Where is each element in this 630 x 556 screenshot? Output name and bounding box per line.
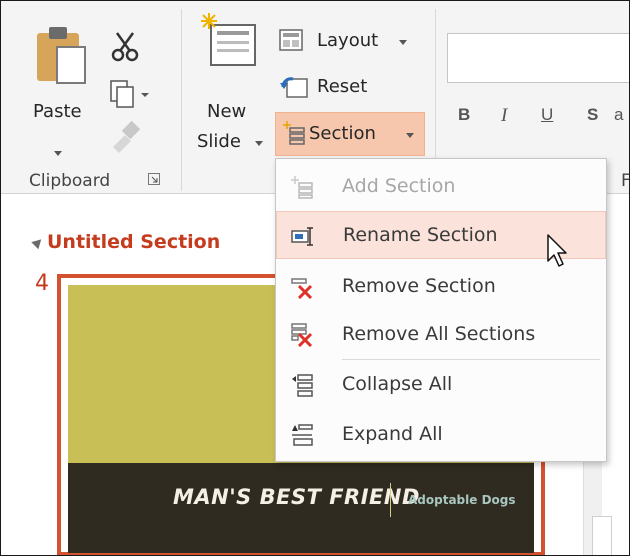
slide-subtitle: Adoptable Dogs <box>408 493 516 507</box>
new-slide-dropdown-arrow-icon <box>255 141 263 146</box>
scrollbar-thumb[interactable] <box>592 516 612 555</box>
menu-item-expand-all[interactable]: Expand All <box>276 411 606 459</box>
slide-bottom-band: MAN'S BEST FRIEND Adoptable Dogs <box>68 463 534 553</box>
paste-dropdown-arrow-icon <box>54 151 62 156</box>
font-name-box[interactable] <box>447 33 629 83</box>
reset-icon <box>280 77 308 98</box>
font-group-label-partial: F <box>621 171 630 191</box>
section-dropdown-menu: Add Section Rename Section Remove Sectio… <box>275 158 607 462</box>
menu-item-label: Expand All <box>342 423 443 445</box>
layout-dropdown-arrow-icon <box>399 40 407 45</box>
collapse-all-icon <box>292 374 313 397</box>
menu-item-add-section[interactable]: Add Section <box>276 163 606 211</box>
section-title[interactable]: Untitled Section <box>47 231 220 253</box>
layout-label: Layout <box>317 30 379 51</box>
italic-button[interactable]: I <box>501 105 507 127</box>
format-painter-icon[interactable] <box>107 117 143 153</box>
menu-item-label: Rename Section <box>343 224 498 246</box>
powerpoint-window: Paste Clipboard New Slide Layout Reset S… <box>0 0 630 556</box>
menu-item-collapse-all[interactable]: Collapse All <box>276 361 606 409</box>
reset-button[interactable]: Reset <box>277 71 397 107</box>
rename-section-icon <box>291 227 313 246</box>
paste-button[interactable]: Paste <box>23 13 103 163</box>
new-slide-label-line1: New <box>207 101 247 122</box>
section-dropdown-arrow-icon <box>406 133 414 138</box>
section-label: Section <box>309 123 376 144</box>
mouse-pointer-icon <box>547 234 567 267</box>
section-button[interactable]: Section <box>275 112 425 156</box>
menu-item-remove-section[interactable]: Remove Section <box>276 263 606 311</box>
strikethrough-button[interactable]: S <box>587 105 598 125</box>
layout-icon <box>279 29 303 51</box>
new-slide-button[interactable]: New Slide <box>189 9 271 159</box>
menu-item-label: Remove All Sections <box>342 323 536 345</box>
menu-separator <box>342 359 600 360</box>
dialog-launcher-icon[interactable] <box>148 173 160 185</box>
menu-item-label: Remove Section <box>342 275 496 297</box>
menu-item-label: Add Section <box>342 175 456 197</box>
remove-section-icon <box>291 278 313 299</box>
copy-icon[interactable] <box>109 79 149 109</box>
underline-button[interactable]: U <box>541 105 553 125</box>
slide-divider <box>390 483 391 517</box>
paste-label: Paste <box>33 101 82 122</box>
menu-item-remove-all-sections[interactable]: Remove All Sections <box>276 311 606 359</box>
reset-label: Reset <box>317 76 368 97</box>
new-slide-label-line2: Slide <box>197 131 241 152</box>
font-partial-char: a <box>614 105 624 124</box>
remove-all-sections-icon <box>291 323 313 347</box>
cut-icon[interactable] <box>109 31 141 63</box>
expand-all-icon <box>292 424 313 446</box>
add-section-icon <box>291 176 313 199</box>
slide-title: MAN'S BEST FRIEND <box>173 485 420 509</box>
clipboard-icon <box>37 27 86 84</box>
menu-item-label: Collapse All <box>342 373 453 395</box>
slide-number: 4 <box>35 271 49 296</box>
section-icon <box>283 121 305 145</box>
layout-button[interactable]: Layout <box>277 25 417 61</box>
group-separator <box>181 9 182 191</box>
clipboard-group-label: Clipboard <box>29 171 111 191</box>
bold-button[interactable]: B <box>458 105 470 125</box>
new-slide-icon <box>201 13 256 66</box>
